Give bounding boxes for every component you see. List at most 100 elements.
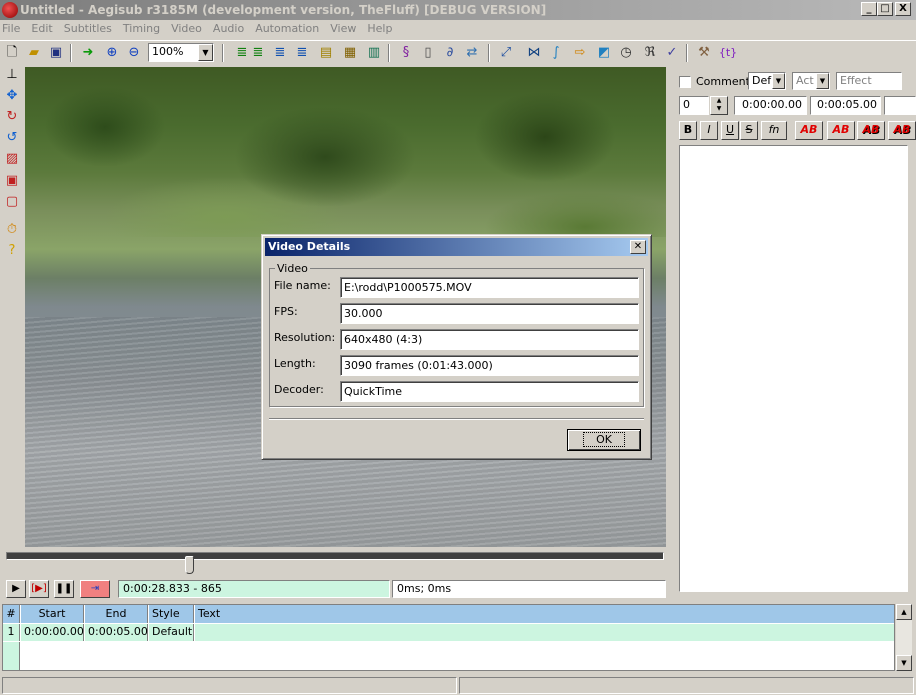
translation-icon[interactable]: ⇄ [462,43,482,63]
vector-clip-icon[interactable]: ▢ [3,193,21,211]
chevron-down-icon[interactable]: ▼ [198,44,213,61]
kanji-timer-icon[interactable]: ∫ [546,43,566,63]
end-time-field[interactable]: 0:00:05.00 [810,96,881,115]
styles-manager-icon[interactable]: ▤ [316,43,336,63]
clip-icon[interactable]: ▣ [3,172,21,190]
autoscroll-toggle[interactable]: ⇥ [80,580,110,598]
drag-move-icon[interactable]: ✥ [3,87,21,105]
timing-post-processor-icon[interactable]: ⋈ [524,43,544,63]
scroll-up-icon[interactable]: ▲ [896,604,912,620]
decoder-label: Decoder: [274,383,324,396]
italic-button[interactable]: I [700,121,718,140]
zoom-out-icon[interactable]: ⊖ [124,43,144,63]
menu-audio[interactable]: Audio [207,20,249,35]
new-file-icon[interactable]: 🗋 [2,43,22,63]
dialog-close-button[interactable]: ✕ [630,240,646,254]
status-pane-main [2,677,457,694]
calculator-icon[interactable]: ▯ [418,43,438,63]
font-button[interactable]: fn [761,121,787,140]
select-all-icon[interactable]: ≣ [292,43,312,63]
resolution-field[interactable]: 640x480 (4:3) [340,329,639,350]
subtitles-grid[interactable]: # Start End Style Text 1 0:00:00.00 0:00… [2,604,895,671]
video-offset-field[interactable]: 0ms; 0ms [392,580,666,598]
minimize-button[interactable]: _ [861,2,877,16]
actor-select[interactable]: Act ▼ [792,72,830,90]
video-seek-track[interactable] [6,552,664,560]
zoom-select[interactable]: 100% ▼ [148,43,214,62]
bold-button[interactable]: B [679,121,697,140]
open-folder-icon[interactable]: ▰ [24,43,44,63]
stopwatch-icon[interactable]: ⏱ [3,221,21,239]
file-name-field[interactable]: E:\rodd\P1000575.MOV [340,277,639,298]
stop-button[interactable]: ❚❚ [54,580,74,598]
strikeout-button[interactable]: S [740,121,758,140]
attachments-icon[interactable]: ▥ [364,43,384,63]
length-field[interactable]: 3090 frames (0:01:43.000) [340,355,639,376]
select-lines-icon[interactable]: ≣ [270,43,290,63]
scale-icon[interactable]: ▨ [3,150,21,168]
menu-view[interactable]: View [324,20,361,35]
style-assistant-icon[interactable]: ◩ [594,43,614,63]
properties-icon[interactable]: ▦ [340,43,360,63]
primary-color-button[interactable]: AB [795,121,823,140]
options-hammer-icon[interactable]: ⚒ [694,43,714,63]
spell-check-icon[interactable]: ✓ [662,43,682,63]
menu-timing[interactable]: Timing [117,20,165,35]
grid-header-number[interactable]: # [3,605,20,623]
jump-to-icon[interactable]: ➜ [78,43,98,63]
rotate-xy-icon[interactable]: ↺ [3,129,21,147]
shadow-color-button[interactable]: AB [888,121,916,140]
subtitle-text-editor[interactable] [679,145,908,592]
grid-header-end[interactable]: End [85,605,148,623]
select-at-time-icon[interactable]: ≣ [248,43,268,63]
clock-icon[interactable]: ◷ [616,43,636,63]
decoder-field[interactable]: QuickTime [340,381,639,402]
menu-automation[interactable]: Automation [249,20,324,35]
layer-spinner[interactable]: ▲ ▼ [710,96,728,115]
scroll-down-icon[interactable]: ▼ [896,655,912,671]
grid-scrollbar[interactable]: ▲ ▼ [896,604,912,671]
play-line-button[interactable]: [▶] [29,580,49,598]
layer-field[interactable]: 0 [679,96,709,115]
chevron-down-icon[interactable]: ▼ [772,73,785,89]
shift-times-icon[interactable]: ⇨ [570,43,590,63]
menu-help[interactable]: Help [361,20,397,35]
outline-color-button[interactable]: AB [857,121,885,140]
style-select[interactable]: Def ▼ [748,72,786,90]
start-time-field[interactable]: 0:00:00.00 [734,96,807,115]
maximize-button[interactable]: □ [877,2,893,16]
toolbar-separator [70,44,72,62]
video-seek-thumb[interactable] [185,556,194,574]
rotate-z-icon[interactable]: ↻ [3,108,21,126]
menu-video[interactable]: Video [165,20,207,35]
effect-field[interactable]: Effect [836,72,902,90]
underline-button[interactable]: U [721,121,739,140]
grid-header-style[interactable]: Style [149,605,194,623]
resample-icon[interactable]: ⤢ [496,43,516,63]
video-position-field[interactable]: 0:00:28.833 - 865 [118,580,390,598]
comment-checkbox[interactable] [679,76,691,88]
standard-tool-icon[interactable]: ⊥ [3,66,21,84]
tag-override-icon[interactable]: {t} [718,43,738,63]
menu-subtitles[interactable]: Subtitles [58,20,117,35]
zoom-in-icon[interactable]: ⊕ [102,43,122,63]
find-replace-icon[interactable]: ℜ [640,43,660,63]
duration-field[interactable] [884,96,916,115]
help-icon[interactable]: ? [3,242,21,260]
menu-edit[interactable]: Edit [25,20,57,35]
play-button[interactable]: ▶ [6,580,26,598]
dialog-title: Video Details [268,240,351,253]
menu-file[interactable]: File [0,20,25,35]
chevron-down-icon[interactable]: ▼ [816,73,829,89]
grid-header-start[interactable]: Start [21,605,84,623]
save-icon[interactable]: ▣ [46,43,66,63]
fps-field[interactable]: 30.000 [340,303,639,324]
close-button[interactable]: X [895,2,911,16]
grid-header-text[interactable]: Text [195,605,894,623]
attachment-clip-icon[interactable]: ∂ [440,43,460,63]
aegisub-app-icon[interactable] [2,2,18,18]
video-frame-forest [25,67,666,237]
ok-button[interactable]: OK [567,429,641,451]
secondary-color-button[interactable]: AB [827,121,855,140]
automation-icon[interactable]: § [396,43,416,63]
